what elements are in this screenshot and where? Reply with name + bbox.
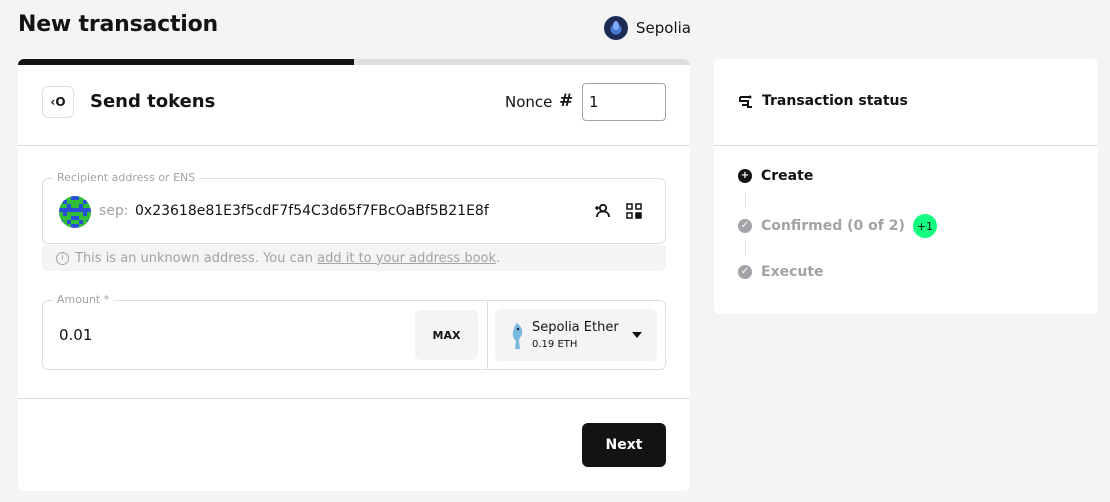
- sepolia-logo-icon: [604, 16, 628, 40]
- amount-label: Amount *: [53, 293, 114, 306]
- transaction-status-icon: [739, 95, 752, 108]
- nonce-label: Nonce: [505, 93, 553, 111]
- recipient-label: Recipient address or ENS: [53, 171, 200, 184]
- info-icon: i: [56, 251, 69, 265]
- unknown-address-notice: i This is an unknown address. You can ad…: [42, 245, 666, 271]
- status-header: Transaction status: [714, 59, 1098, 146]
- amount-divider: [487, 301, 488, 369]
- address-avatar: [59, 196, 91, 228]
- step-connector: [745, 193, 746, 208]
- transaction-status-card: Transaction status + Create ✓ Confirmed …: [714, 59, 1098, 314]
- amount-field[interactable]: Amount * 0.01 MAX Sepolia Ether 0.19 ETH: [42, 293, 666, 370]
- network-selector[interactable]: Sepolia: [604, 16, 691, 40]
- network-name: Sepolia: [636, 19, 691, 37]
- unknown-address-end: .: [496, 250, 501, 266]
- check-circle-icon: ✓: [738, 219, 752, 233]
- token-name: Sepolia Ether: [532, 320, 619, 335]
- status-title: Transaction status: [762, 93, 908, 109]
- address-chain-prefix: sep:: [99, 203, 129, 219]
- step-label: Execute: [761, 264, 824, 280]
- card-title: Send tokens: [90, 91, 216, 112]
- nonce-input[interactable]: [582, 83, 666, 121]
- step-connector: [745, 241, 746, 256]
- recipient-address[interactable]: 0x23618e81E3f5cdF7f54C3d65f7FBcOaBf5B21E…: [135, 203, 489, 219]
- sepolia-ether-icon: [512, 323, 523, 349]
- plus-circle-icon: +: [738, 169, 752, 183]
- next-button[interactable]: Next: [582, 423, 666, 467]
- page-title: New transaction: [18, 12, 219, 37]
- qr-code-icon[interactable]: [623, 200, 645, 222]
- max-button[interactable]: MAX: [415, 310, 478, 360]
- footer-divider: [18, 398, 690, 399]
- caret-down-icon: [632, 332, 642, 338]
- status-step-create: + Create: [738, 168, 813, 184]
- token-selector[interactable]: Sepolia Ether 0.19 ETH: [495, 309, 657, 361]
- send-tokens-card: ‹O Send tokens Nonce # Recipient address…: [18, 65, 690, 491]
- token-balance: 0.19 ETH: [532, 339, 578, 350]
- amount-input[interactable]: 0.01: [59, 326, 92, 344]
- card-header: ‹O Send tokens Nonce #: [18, 65, 690, 146]
- step-label: Create: [761, 168, 814, 184]
- unknown-address-text: This is an unknown address. You can: [75, 250, 318, 266]
- status-step-confirmed: ✓ Confirmed (0 of 2) +1: [738, 214, 937, 238]
- confirmation-count-badge: +1: [912, 214, 937, 238]
- check-circle-icon: ✓: [738, 265, 752, 279]
- add-contact-icon[interactable]: [591, 200, 613, 222]
- send-tokens-icon: ‹O: [42, 86, 74, 118]
- add-to-address-book-link[interactable]: add it to your address book: [317, 251, 496, 266]
- recipient-field[interactable]: Recipient address or ENS sep: 0x23618e81…: [42, 171, 666, 244]
- nonce-hash-symbol: #: [559, 91, 574, 111]
- step-label: Confirmed (0 of 2): [761, 218, 905, 234]
- status-step-execute: ✓ Execute: [738, 264, 824, 280]
